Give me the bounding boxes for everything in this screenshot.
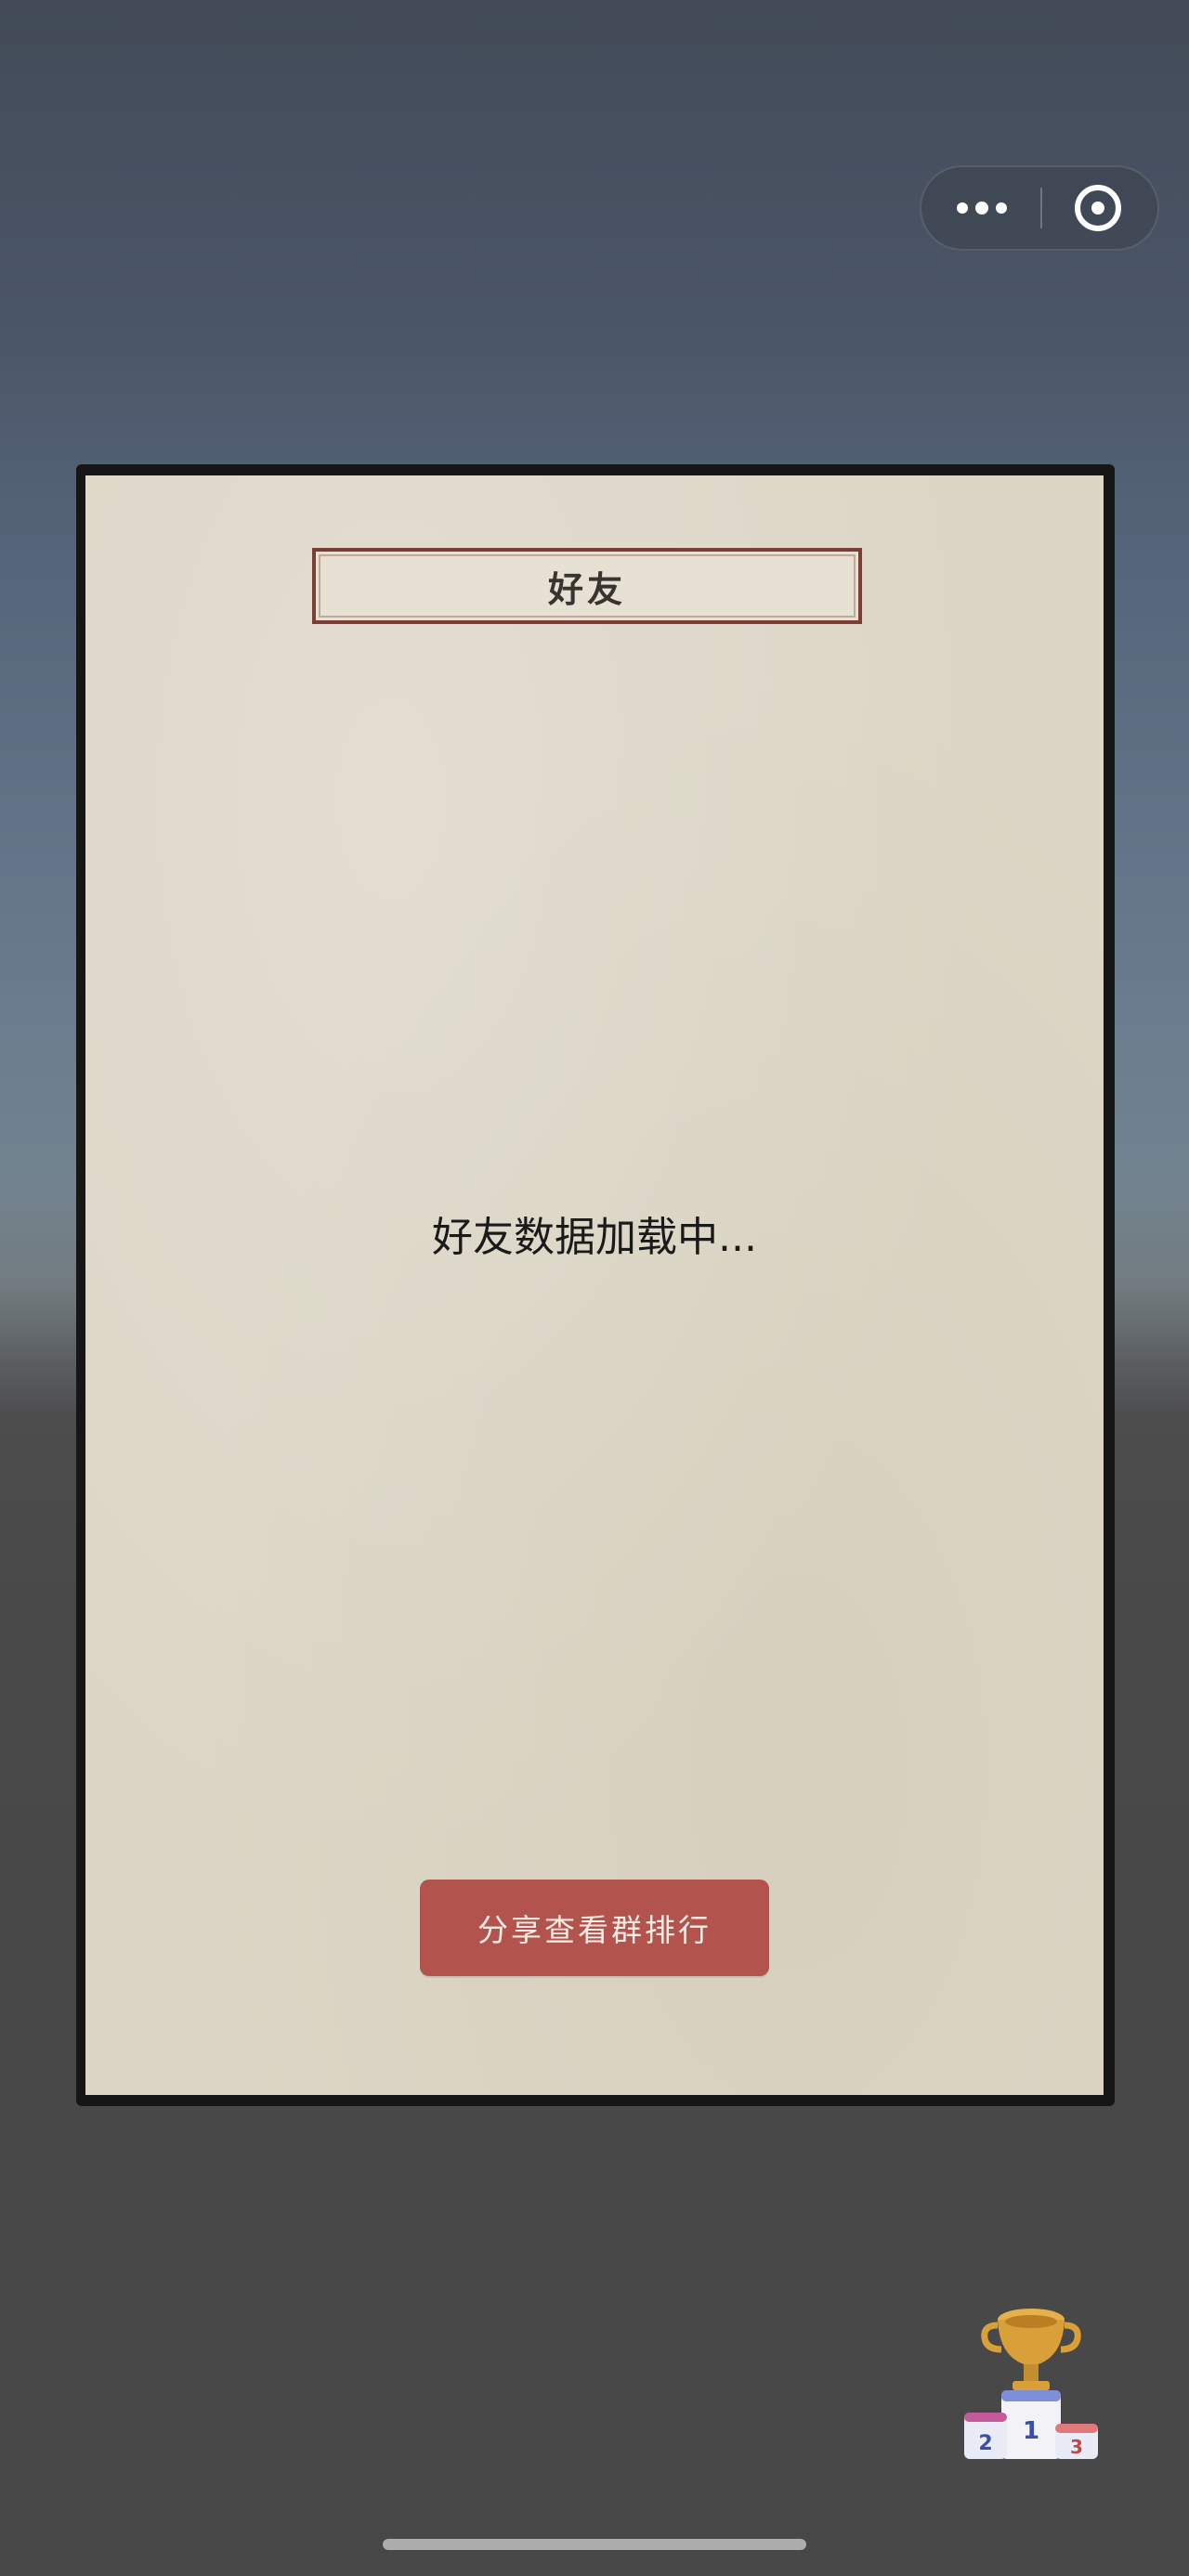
home-indicator: [383, 2539, 806, 2550]
more-dot: [975, 202, 988, 215]
podium-number: 2: [978, 2432, 992, 2455]
capsule-divider: [1040, 188, 1042, 228]
miniprogram-capsule: [920, 165, 1159, 251]
more-dot: [957, 202, 968, 214]
close-miniprogram-button[interactable]: [1075, 185, 1121, 231]
share-group-rank-button[interactable]: 分享查看群排行: [420, 1880, 769, 1976]
podium-number: 1: [1023, 2417, 1039, 2445]
more-button[interactable]: [949, 167, 1014, 249]
panel-title: 好友: [547, 567, 626, 610]
podium-number: 3: [1070, 2436, 1083, 2458]
panel-title-box: 好友: [312, 548, 862, 624]
share-button-label: 分享查看群排行: [477, 1912, 712, 1948]
more-dot: [996, 202, 1007, 214]
loading-status-text: 好友数据加载中...: [432, 1214, 757, 1261]
friends-panel: [85, 475, 1104, 2095]
trophy-podium-icon[interactable]: 2 1 3: [957, 2284, 1105, 2470]
